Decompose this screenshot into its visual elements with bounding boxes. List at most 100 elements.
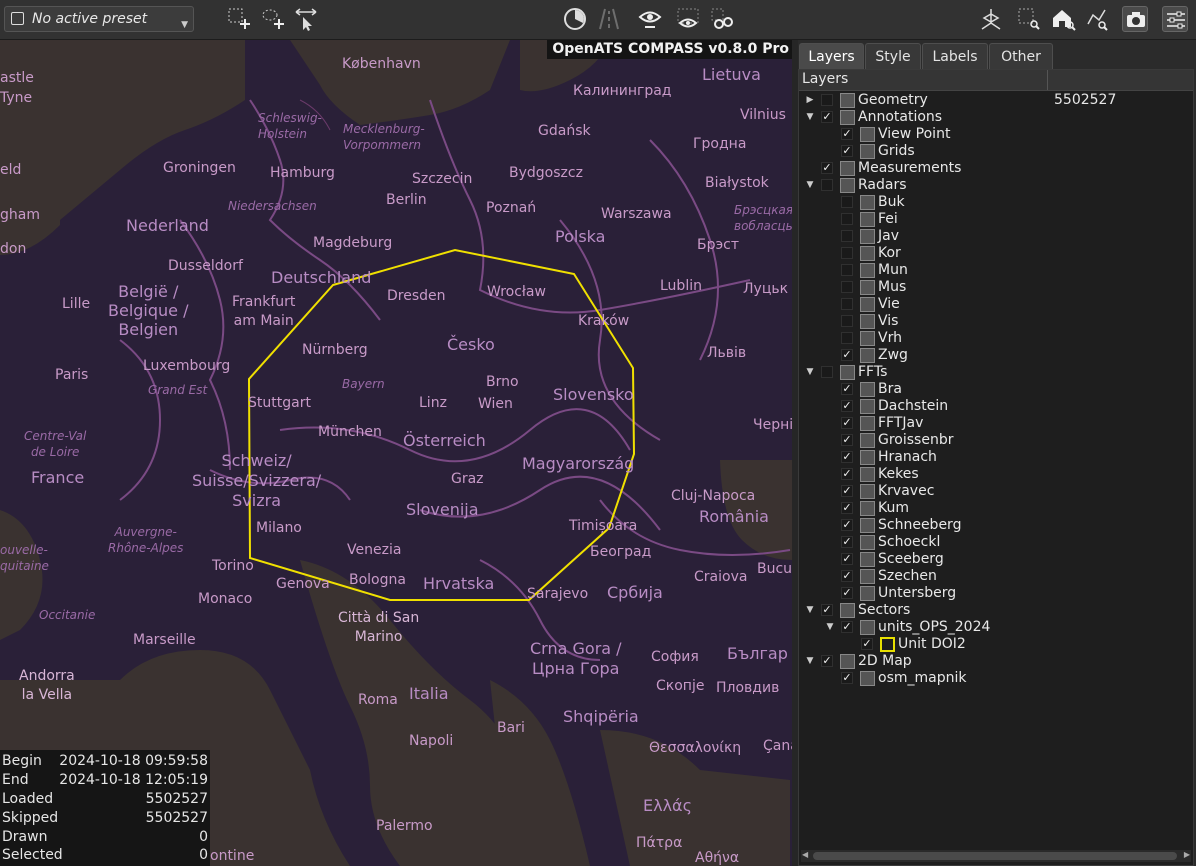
tree-row[interactable]: ▼ FFTs bbox=[799, 364, 1193, 381]
layer-checkbox[interactable]: ✓ bbox=[841, 451, 853, 463]
tree-row[interactable]: ✓ Zwg bbox=[799, 347, 1193, 364]
cluster-button[interactable] bbox=[709, 6, 735, 32]
layer-checkbox[interactable] bbox=[841, 196, 853, 208]
tree-row[interactable]: ▼ ✓ 2D Map bbox=[799, 653, 1193, 670]
timeline-button[interactable] bbox=[562, 6, 588, 32]
layer-checkbox[interactable] bbox=[821, 366, 833, 378]
layer-checkbox[interactable] bbox=[821, 179, 833, 191]
geo-button[interactable] bbox=[978, 6, 1004, 32]
layer-checkbox[interactable] bbox=[841, 230, 853, 242]
zoom-rect-button[interactable] bbox=[1016, 6, 1042, 32]
tree-row[interactable]: ✓ Schoeckl bbox=[799, 534, 1193, 551]
layer-checkbox[interactable]: ✓ bbox=[841, 502, 853, 514]
tree-row[interactable]: ✓ Krvavec bbox=[799, 483, 1193, 500]
tree-row[interactable]: ✓ View Point bbox=[799, 126, 1193, 143]
zoom-home-button[interactable] bbox=[1050, 6, 1076, 32]
expand-down-icon[interactable]: ▼ bbox=[805, 364, 815, 381]
tree-row[interactable]: ✓ Schneeberg bbox=[799, 517, 1193, 534]
layer-tree[interactable]: Layers ▶ Geometry 5502527 ▼ ✓ Annotations ✓ Vie… bbox=[798, 69, 1194, 866]
tree-row[interactable]: ✓ osm_mapnik bbox=[799, 670, 1193, 687]
scroll-right-icon[interactable]: ▶ bbox=[1184, 850, 1190, 859]
layer-checkbox[interactable]: ✓ bbox=[821, 111, 833, 123]
layer-checkbox[interactable]: ✓ bbox=[861, 638, 873, 650]
layer-checkbox[interactable] bbox=[841, 298, 853, 310]
select-add-rect-button[interactable] bbox=[226, 6, 252, 32]
tree-row[interactable]: ✓ Sceeberg bbox=[799, 551, 1193, 568]
select-add-lasso-button[interactable] bbox=[260, 6, 286, 32]
tree-row[interactable]: ✓ Kekes bbox=[799, 466, 1193, 483]
tree-row[interactable]: ▼ ✓ Sectors bbox=[799, 602, 1193, 619]
layer-checkbox[interactable]: ✓ bbox=[841, 553, 853, 565]
layer-checkbox[interactable] bbox=[841, 213, 853, 225]
layer-checkbox[interactable]: ✓ bbox=[821, 604, 833, 616]
layer-checkbox[interactable]: ✓ bbox=[841, 468, 853, 480]
tree-row[interactable]: ▼ Radars bbox=[799, 177, 1193, 194]
layer-checkbox[interactable]: ✓ bbox=[841, 536, 853, 548]
scrollbar-thumb[interactable] bbox=[813, 852, 1177, 860]
tree-row[interactable]: ✓ Measurements bbox=[799, 160, 1193, 177]
tree-row[interactable]: ✓ Dachstein bbox=[799, 398, 1193, 415]
tab-other[interactable]: Other bbox=[989, 43, 1053, 70]
layer-checkbox[interactable]: ✓ bbox=[841, 417, 853, 429]
tree-row[interactable]: Kor bbox=[799, 245, 1193, 262]
layer-checkbox[interactable]: ✓ bbox=[841, 570, 853, 582]
tree-row[interactable]: Buk bbox=[799, 194, 1193, 211]
settings-button[interactable] bbox=[1162, 6, 1188, 32]
expand-down-icon[interactable]: ▼ bbox=[805, 602, 815, 619]
map-view[interactable]: OpenATS COMPASS v0.8.0 Pro astle Tyne el… bbox=[0, 40, 792, 866]
horizontal-scrollbar[interactable]: ◀ ▶ bbox=[801, 850, 1191, 862]
tree-row[interactable]: ✓ Groissenbr bbox=[799, 432, 1193, 449]
measure-tool-button[interactable] bbox=[293, 6, 319, 32]
tree-row[interactable]: Mun bbox=[799, 262, 1193, 279]
road-button[interactable] bbox=[596, 6, 622, 32]
layer-checkbox[interactable]: ✓ bbox=[841, 145, 853, 157]
show-button[interactable] bbox=[637, 6, 663, 32]
scroll-left-icon[interactable]: ◀ bbox=[802, 850, 808, 859]
layer-checkbox[interactable]: ✓ bbox=[841, 349, 853, 361]
expand-down-icon[interactable]: ▼ bbox=[805, 177, 815, 194]
tree-row[interactable]: Mus bbox=[799, 279, 1193, 296]
tree-row[interactable]: Vie bbox=[799, 296, 1193, 313]
preset-dropdown[interactable]: No active preset ▼ bbox=[4, 6, 194, 32]
screenshot-button[interactable] bbox=[1122, 6, 1148, 32]
tree-row[interactable]: ✓ Szechen bbox=[799, 568, 1193, 585]
layer-checkbox[interactable] bbox=[841, 315, 853, 327]
tab-style[interactable]: Style bbox=[865, 43, 921, 70]
layer-checkbox[interactable]: ✓ bbox=[841, 485, 853, 497]
tree-row[interactable]: Vis bbox=[799, 313, 1193, 330]
layer-checkbox[interactable]: ✓ bbox=[821, 655, 833, 667]
eye-select-button[interactable] bbox=[675, 6, 701, 32]
layer-checkbox[interactable] bbox=[841, 264, 853, 276]
tree-row[interactable]: ✓ Untersberg bbox=[799, 585, 1193, 602]
tab-layers[interactable]: Layers bbox=[799, 43, 864, 70]
layer-checkbox[interactable]: ✓ bbox=[841, 587, 853, 599]
layer-checkbox[interactable]: ✓ bbox=[841, 128, 853, 140]
layer-checkbox[interactable] bbox=[841, 332, 853, 344]
tree-row[interactable]: ✓ Unit DOI2 bbox=[799, 636, 1193, 653]
layer-checkbox[interactable]: ✓ bbox=[821, 162, 833, 174]
tree-row[interactable]: ▼ ✓ Annotations bbox=[799, 109, 1193, 126]
layer-checkbox[interactable]: ✓ bbox=[841, 434, 853, 446]
layer-checkbox[interactable] bbox=[841, 281, 853, 293]
tree-row[interactable]: Jav bbox=[799, 228, 1193, 245]
expand-right-icon[interactable]: ▶ bbox=[805, 92, 815, 109]
layer-checkbox[interactable] bbox=[821, 94, 833, 106]
layer-checkbox[interactable] bbox=[841, 247, 853, 259]
tab-labels[interactable]: Labels bbox=[922, 43, 988, 70]
layer-checkbox[interactable]: ✓ bbox=[841, 672, 853, 684]
tree-row[interactable]: ▶ Geometry 5502527 bbox=[799, 92, 1193, 109]
tree-row[interactable]: ▼ ✓ units_OPS_2024 bbox=[799, 619, 1193, 636]
tree-row[interactable]: Fei bbox=[799, 211, 1193, 228]
layer-checkbox[interactable]: ✓ bbox=[841, 400, 853, 412]
expand-down-icon[interactable]: ▼ bbox=[825, 619, 835, 636]
zoom-data-button[interactable] bbox=[1084, 6, 1110, 32]
expand-down-icon[interactable]: ▼ bbox=[805, 653, 815, 670]
layer-checkbox[interactable]: ✓ bbox=[841, 519, 853, 531]
expand-down-icon[interactable]: ▼ bbox=[805, 109, 815, 126]
tree-row[interactable]: ✓ Hranach bbox=[799, 449, 1193, 466]
layer-checkbox[interactable]: ✓ bbox=[841, 621, 853, 633]
tree-row[interactable]: Vrh bbox=[799, 330, 1193, 347]
tree-row[interactable]: ✓ FFTJav bbox=[799, 415, 1193, 432]
tree-row[interactable]: ✓ Grids bbox=[799, 143, 1193, 160]
tree-row[interactable]: ✓ Kum bbox=[799, 500, 1193, 517]
